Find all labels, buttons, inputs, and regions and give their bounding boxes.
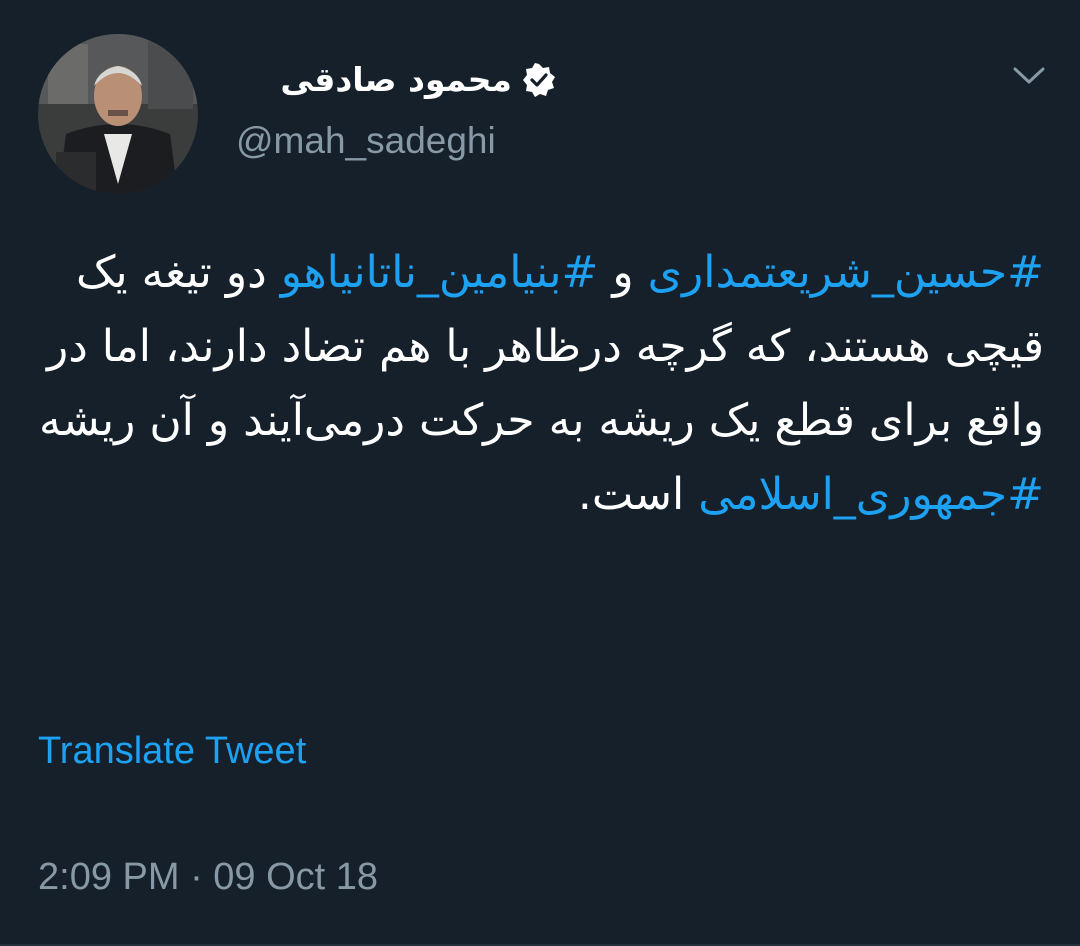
hashtag-link[interactable]: #حسین_شریعتمداری <box>648 247 1044 298</box>
avatar[interactable] <box>38 34 198 194</box>
verified-badge-icon <box>522 62 556 97</box>
user-handle[interactable]: @mah_sadeghi <box>236 120 496 162</box>
chevron-down-icon[interactable] <box>1012 64 1046 88</box>
translate-tweet-link[interactable]: Translate Tweet <box>38 730 306 773</box>
tweet-timestamp[interactable]: 2:09 PM · 09 Oct 18 <box>38 856 378 899</box>
user-block[interactable]: محمود صادقی @mah_sadeghi <box>236 60 556 170</box>
hashtag-link[interactable]: #جمهوری_اسلامی <box>698 469 1044 520</box>
display-name[interactable]: محمود صادقی <box>280 60 512 99</box>
tweet-text: #حسین_شریعتمداری و #بنیامین_ناتانیاهو دو… <box>36 236 1044 532</box>
tweet-card: محمود صادقی @mah_sadeghi #حسین_شریعتمدار… <box>0 0 1080 946</box>
hashtag-link[interactable]: #بنیامین_ناتانیاهو <box>281 247 599 298</box>
tweet-text-segment: است. <box>577 469 699 520</box>
tweet-text-connector: و <box>598 247 648 298</box>
name-row: محمود صادقی <box>280 60 556 99</box>
